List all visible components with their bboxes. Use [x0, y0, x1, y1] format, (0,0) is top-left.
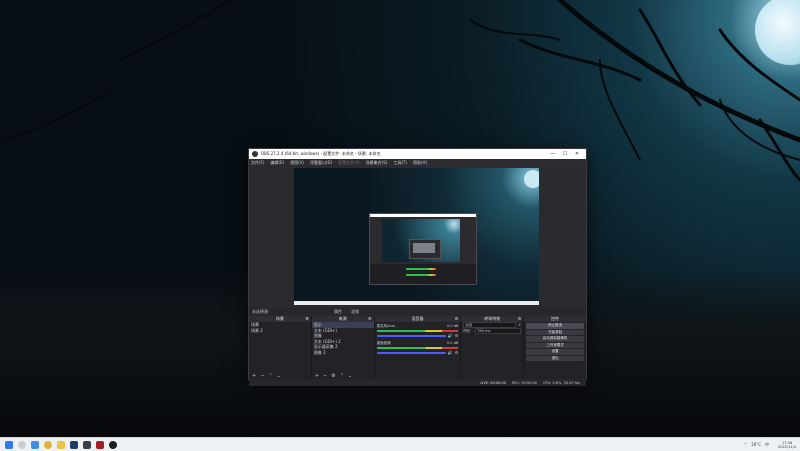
no-source-label: 未选择源 — [252, 309, 268, 314]
clock-date: 2022/11/4 — [778, 444, 796, 449]
dock-area: 场景 ⚙ 场景 场景 2 + − ⌃ ⌄ 来源 ⚙ 显示 文本 (GDI+) 图像 文本… — [249, 316, 586, 379]
add-icon[interactable]: + — [315, 373, 319, 379]
filters-button[interactable]: 滤镜 — [351, 309, 359, 315]
settings-button[interactable]: 设置 — [526, 349, 584, 355]
controls-dock: 控件 停止推流 开始录制 启动虚拟摄像机 工作室模式 设置 退出 — [524, 316, 586, 379]
clock[interactable]: 17:46 2022/11/4 — [774, 441, 796, 449]
mixer-dock: 混音器 ⚙ 麦克风/Aux 0.0 dB 🔊 ⚙ 桌面音频 0.0 dB 🔊 ⚙ — [374, 316, 461, 379]
scenes-toolbar: + − ⌃ ⌄ — [249, 372, 311, 379]
menu-tools[interactable]: 工具(T) — [393, 160, 407, 166]
menu-profile[interactable]: 配置文件(P) — [338, 160, 360, 166]
studio-mode-button[interactable]: 工作室模式 — [526, 342, 584, 348]
chevron-up-icon[interactable]: ⌃ — [268, 373, 272, 379]
obs-taskbar-icon[interactable] — [109, 440, 117, 449]
mixer-channel: 麦克风/Aux 0.0 dB 🔊 ⚙ — [376, 324, 459, 338]
source-toolbar: 未选择源 属性 滤镜 — [249, 308, 586, 316]
transitions-dock: 转场特效 ⚙ 淡出 + 时长 300 ms — [461, 316, 524, 379]
cpu-status: CPU: 0.6%, 30.00 fps — [543, 380, 580, 385]
speaker-icon[interactable]: 🔊 — [448, 333, 453, 338]
chevron-up-icon[interactable]: ⌃ — [744, 442, 747, 447]
transitions-header: 转场特效 — [484, 316, 501, 321]
source-item[interactable]: 图像 2 — [312, 350, 374, 356]
edge-icon[interactable] — [31, 440, 39, 449]
obs-window: OBS 27.2.4 (64-bit, windows) - 配置文件: 未命名… — [248, 148, 587, 386]
mixer-header: 混音器 — [411, 316, 424, 321]
menu-file[interactable]: 文件(F) — [251, 160, 264, 166]
preview-moon — [524, 170, 539, 188]
rec-status: REC: 00:00:00 — [511, 380, 538, 385]
stream-preview[interactable] — [294, 168, 539, 305]
chrome-icon[interactable] — [44, 440, 52, 449]
stop-streaming-button[interactable]: 停止推流 — [526, 323, 584, 329]
window-title: OBS 27.2.4 (64-bit, windows) - 配置文件: 未命名… — [261, 151, 381, 156]
file-explorer-icon[interactable] — [57, 440, 65, 449]
nested-obs-capture — [369, 213, 477, 285]
remove-icon[interactable]: − — [323, 373, 327, 379]
system-tray: ⌃ 16°C 中 17:46 2022/11/4 — [740, 438, 796, 451]
menu-bar: 文件(F) 编辑(E) 视图(V) 停靠窗口(D) 配置文件(P) 场景集合(S… — [249, 159, 586, 166]
chevron-up-icon[interactable]: ⌃ — [340, 373, 344, 379]
gear-icon[interactable]: ⚙ — [455, 333, 459, 338]
menu-view[interactable]: 视图(V) — [290, 160, 304, 166]
language-indicator[interactable]: 中 — [765, 442, 769, 448]
menu-docks[interactable]: 停靠窗口(D) — [310, 160, 332, 166]
controls-header: 控件 — [551, 316, 560, 321]
channel-db: 0.0 dB — [447, 324, 459, 328]
weather-temp[interactable]: 16°C — [751, 442, 761, 447]
minimize-button[interactable]: — — [547, 151, 559, 157]
start-recording-button[interactable]: 开始录制 — [526, 329, 584, 335]
taskbar: ⌃ 16°C 中 17:46 2022/11/4 — [0, 437, 800, 451]
status-bar: LIVE: 00:00:00 REC: 00:00:00 CPU: 0.6%, … — [249, 379, 586, 386]
gear-icon[interactable]: ⚙ — [455, 316, 459, 322]
start-icon[interactable] — [5, 440, 13, 449]
window-titlebar: OBS 27.2.4 (64-bit, windows) - 配置文件: 未命名… — [249, 149, 586, 159]
app-icon[interactable] — [83, 440, 91, 449]
sources-dock: 来源 ⚙ 显示 文本 (GDI+) 图像 文本 (GDI+) 2 显示器采集 2 … — [311, 316, 374, 379]
maximize-button[interactable]: ☐ — [559, 151, 571, 157]
chevron-down-icon[interactable]: ⌄ — [348, 373, 352, 379]
speaker-icon[interactable]: 🔊 — [448, 350, 453, 355]
sources-toolbar: + − ⚙ ⌃ ⌄ — [311, 372, 374, 379]
gear-icon[interactable]: ⚙ — [368, 316, 372, 322]
menu-help[interactable]: 帮助(H) — [413, 160, 427, 166]
search-icon[interactable] — [18, 440, 26, 449]
live-status: LIVE: 00:00:00 — [480, 380, 506, 385]
volume-meter — [376, 347, 459, 349]
exit-button[interactable]: 退出 — [526, 355, 584, 361]
add-icon[interactable]: + — [518, 323, 521, 327]
volume-slider[interactable] — [376, 334, 446, 337]
duration-label: 时长 — [463, 328, 471, 333]
channel-name: 麦克风/Aux — [376, 324, 395, 328]
volume-slider[interactable] — [376, 351, 446, 354]
close-button[interactable]: ✕ — [571, 151, 583, 157]
preview-area — [249, 166, 586, 308]
scenes-dock: 场景 ⚙ 场景 场景 2 + − ⌃ ⌄ — [249, 316, 311, 379]
gear-icon[interactable]: ⚙ — [518, 316, 522, 322]
volume-meter — [376, 330, 459, 332]
remove-icon[interactable]: − — [260, 373, 264, 379]
gear-icon[interactable]: ⚙ — [455, 350, 459, 355]
start-virtual-camera-button[interactable]: 启动虚拟摄像机 — [526, 336, 584, 342]
add-icon[interactable]: + — [252, 373, 256, 379]
obs-logo-icon — [252, 151, 258, 157]
channel-db: 0.0 dB — [447, 341, 459, 345]
duration-input[interactable]: 300 ms — [475, 328, 522, 334]
scene-item[interactable]: 场景 2 — [249, 328, 311, 334]
preview-taskbar — [294, 301, 539, 305]
properties-button[interactable]: 属性 — [334, 309, 342, 315]
app-icon[interactable] — [96, 440, 104, 449]
mixer-channel: 桌面音频 0.0 dB 🔊 ⚙ — [376, 341, 459, 355]
menu-scene-collection[interactable]: 场景集合(S) — [366, 160, 388, 166]
steam-icon[interactable] — [70, 440, 78, 449]
gear-icon[interactable]: ⚙ — [305, 316, 309, 322]
gear-icon[interactable]: ⚙ — [331, 373, 335, 379]
sources-header: 来源 — [338, 316, 347, 321]
chevron-down-icon[interactable]: ⌄ — [277, 373, 281, 379]
scenes-header: 场景 — [275, 316, 284, 321]
menu-edit[interactable]: 编辑(E) — [270, 160, 284, 166]
channel-name: 桌面音频 — [376, 341, 391, 345]
